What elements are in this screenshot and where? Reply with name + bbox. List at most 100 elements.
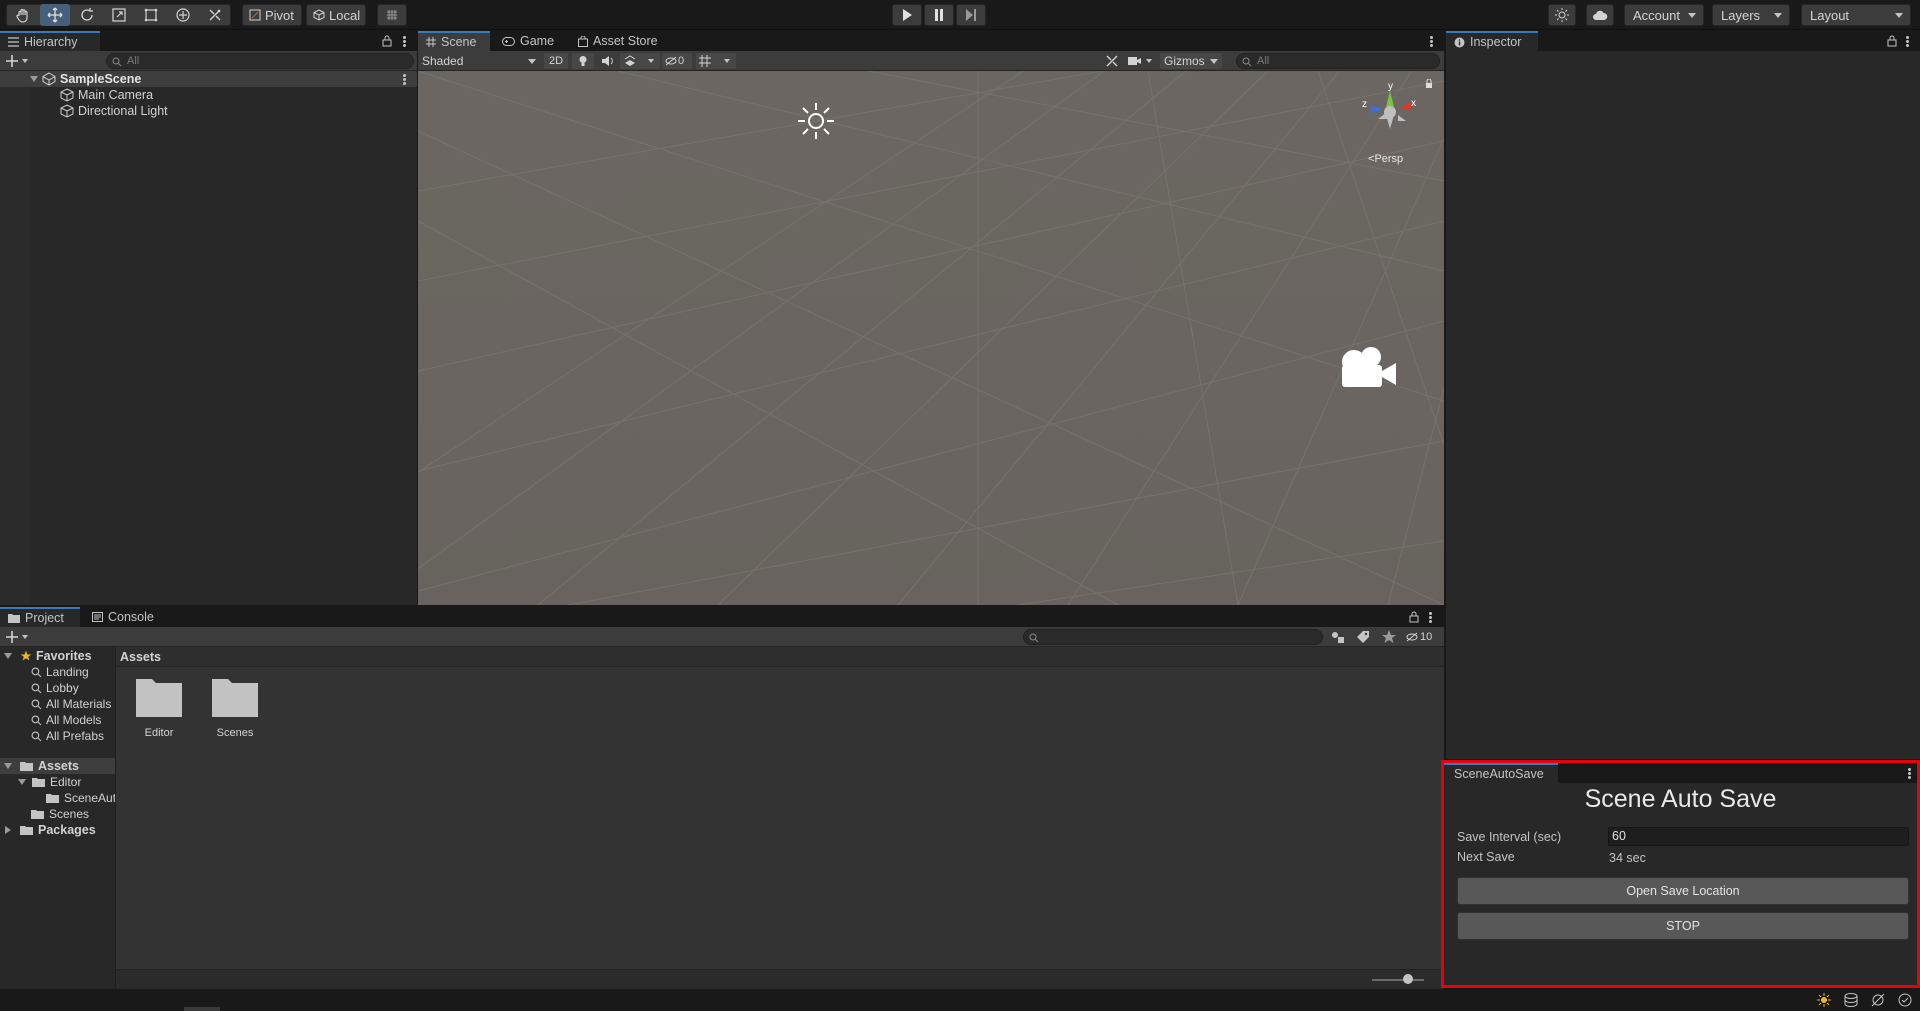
- camera-dropdown[interactable]: [1126, 53, 1158, 69]
- breadcrumb[interactable]: Assets: [120, 650, 161, 664]
- check-circle-icon[interactable]: [1897, 992, 1913, 1008]
- hidden-packages-toggle[interactable]: 10: [1404, 629, 1442, 645]
- open-save-location-button[interactable]: Open Save Location: [1457, 877, 1909, 905]
- rect-tool-button[interactable]: [136, 4, 166, 26]
- asset-item[interactable]: Editor: [134, 675, 184, 745]
- account-dropdown[interactable]: Account: [1624, 4, 1704, 26]
- create-asset-dropdown[interactable]: [6, 629, 32, 645]
- toggle-2d-button[interactable]: 2D: [544, 53, 568, 69]
- packages-row[interactable]: Packages: [4, 822, 96, 838]
- layout-dropdown[interactable]: Layout: [1801, 4, 1911, 26]
- scene-more-icon[interactable]: [403, 74, 406, 85]
- tab-scene-auto-save[interactable]: SceneAutoSave: [1444, 763, 1558, 783]
- more-options-icon[interactable]: [1908, 768, 1911, 779]
- favorite-item-label: All Prefabs: [46, 729, 105, 743]
- camera-gizmo-icon[interactable]: [1334, 343, 1402, 395]
- asset-item[interactable]: Scenes: [210, 675, 260, 745]
- scale-tool-button[interactable]: [104, 4, 134, 26]
- favorite-item[interactable]: All Materials: [31, 696, 111, 712]
- local-icon: [313, 9, 325, 21]
- scene-auto-save-panel: SceneAutoSave Scene Auto Save Save Inter…: [1441, 760, 1920, 988]
- star-icon[interactable]: [1381, 629, 1397, 645]
- chevron-down-icon: [1774, 13, 1782, 18]
- favorite-item[interactable]: All Prefabs: [31, 728, 104, 744]
- grid-toggle[interactable]: [696, 53, 736, 69]
- axis-y-label: y: [1388, 81, 1393, 92]
- lighting-bake-icon[interactable]: [1816, 992, 1832, 1008]
- tree-folder-scenes[interactable]: Scenes: [31, 806, 89, 822]
- step-button[interactable]: [956, 4, 986, 26]
- layers-dropdown[interactable]: Layers: [1712, 4, 1790, 26]
- play-button[interactable]: [892, 4, 922, 26]
- project-search-input[interactable]: [1023, 629, 1323, 645]
- cloud-button[interactable]: [1586, 4, 1614, 26]
- lock-icon[interactable]: [1409, 611, 1419, 623]
- tab-game[interactable]: Game: [494, 31, 564, 51]
- more-options-icon[interactable]: [1429, 612, 1432, 623]
- interval-input[interactable]: 60: [1608, 827, 1909, 846]
- project-tree: Favorites Landing Lobby All Materials Al…: [0, 647, 116, 989]
- favorite-item[interactable]: Lobby: [31, 680, 79, 696]
- hidden-objects-toggle[interactable]: 0: [662, 53, 692, 69]
- pivot-toggle[interactable]: Pivot: [242, 4, 302, 26]
- scene-viewport[interactable]: y x z <Persp: [418, 71, 1444, 605]
- packages-label: Packages: [38, 823, 96, 837]
- grid-snap-icon: [387, 10, 397, 20]
- cache-server-icon[interactable]: [1843, 992, 1859, 1008]
- asset-item-label: Scenes: [216, 727, 254, 739]
- hand-tool-button[interactable]: [8, 4, 38, 26]
- tree-folder-sceneautosave[interactable]: SceneAutoSave: [46, 790, 115, 806]
- orientation-gizmo[interactable]: y x z: [1348, 79, 1438, 141]
- lighting-toggle[interactable]: [572, 53, 594, 69]
- hierarchy-item[interactable]: Main Camera: [60, 87, 153, 103]
- label-tag-icon[interactable]: [1355, 629, 1371, 645]
- favorites-row[interactable]: Favorites: [4, 648, 92, 664]
- auto-refresh-icon[interactable]: [1870, 992, 1886, 1008]
- shading-dropdown[interactable]: Shaded: [422, 52, 540, 70]
- gizmos-dropdown[interactable]: Gizmos: [1160, 53, 1222, 69]
- scene-search-input[interactable]: All: [1236, 53, 1440, 69]
- move-tool-button[interactable]: [40, 4, 70, 26]
- favorite-item[interactable]: Landing: [31, 664, 89, 680]
- unity-scene-icon: [42, 72, 56, 86]
- list-icon: [8, 37, 19, 47]
- favorite-item-label: All Materials: [46, 697, 112, 711]
- scene-row[interactable]: SampleScene: [0, 71, 417, 87]
- local-label: Local: [329, 7, 361, 23]
- more-options-icon[interactable]: [1906, 36, 1909, 47]
- tab-scene[interactable]: Scene: [418, 31, 490, 51]
- more-options-icon[interactable]: [1430, 36, 1433, 47]
- local-toggle[interactable]: Local: [306, 4, 366, 26]
- create-dropdown[interactable]: [6, 53, 32, 69]
- audio-toggle[interactable]: [596, 53, 618, 69]
- tools-toggle[interactable]: [1102, 53, 1122, 69]
- folder-icon: [136, 679, 182, 717]
- tab-hierarchy[interactable]: Hierarchy: [0, 31, 100, 51]
- directional-light-icon[interactable]: [794, 99, 838, 143]
- transform-tool-button[interactable]: [168, 4, 198, 26]
- favorite-item[interactable]: All Models: [31, 712, 101, 728]
- persp-label[interactable]: <Persp: [1368, 153, 1403, 165]
- stop-button[interactable]: STOP: [1457, 912, 1909, 940]
- rotate-tool-button[interactable]: [72, 4, 102, 26]
- effects-toggle[interactable]: [620, 53, 660, 69]
- pause-button[interactable]: [924, 4, 954, 26]
- lock-icon[interactable]: [382, 35, 392, 47]
- search-by-type-icon[interactable]: [1330, 629, 1346, 645]
- grid-snap-button[interactable]: [377, 4, 407, 26]
- tree-folder-editor[interactable]: Editor: [18, 774, 81, 790]
- tab-project[interactable]: Project: [0, 607, 80, 627]
- plus-icon: [6, 55, 28, 67]
- tab-console[interactable]: Console: [84, 607, 164, 627]
- assets-row[interactable]: Assets: [0, 758, 115, 774]
- lock-icon[interactable]: [1887, 35, 1897, 47]
- zoom-slider-track[interactable]: [1372, 979, 1424, 981]
- lighting-button[interactable]: [1548, 4, 1576, 26]
- hierarchy-item[interactable]: Directional Light: [60, 103, 168, 119]
- custom-tool-button[interactable]: [200, 4, 230, 26]
- tab-asset-store[interactable]: Asset Store: [570, 31, 670, 51]
- zoom-slider-thumb[interactable]: [1403, 974, 1414, 984]
- more-options-icon[interactable]: [403, 36, 406, 47]
- hierarchy-search-input[interactable]: All: [106, 53, 414, 69]
- tab-inspector[interactable]: Inspector: [1446, 31, 1538, 51]
